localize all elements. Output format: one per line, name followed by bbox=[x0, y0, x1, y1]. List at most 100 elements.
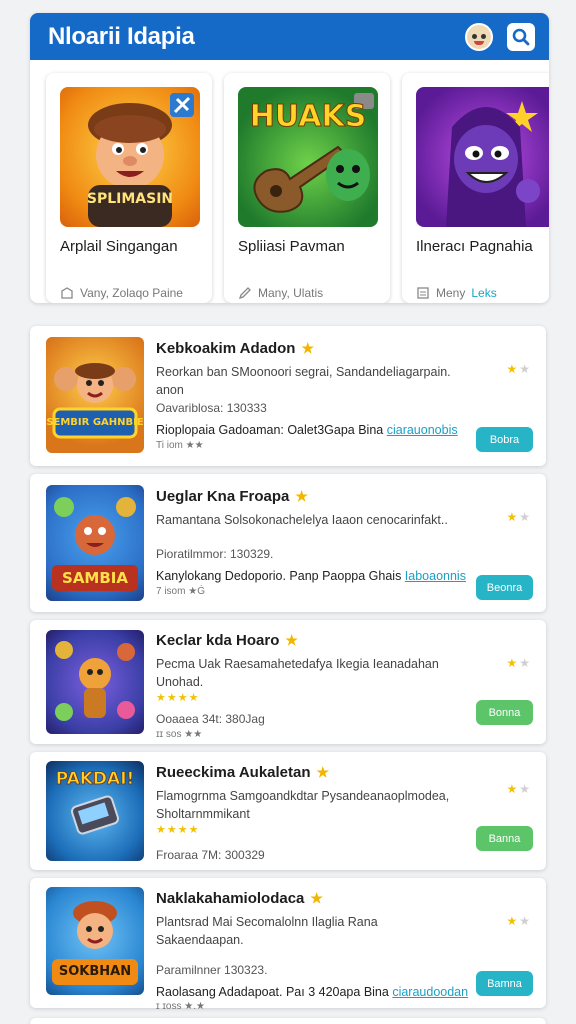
featured-item-meta: Meny Leks bbox=[416, 286, 497, 300]
featured-item-meta: Many, Ulatis bbox=[238, 286, 323, 300]
list-icon bbox=[417, 287, 429, 299]
game-thumbnail: SOKBHAN bbox=[46, 887, 144, 995]
star-icon: ★ bbox=[316, 764, 330, 780]
list-item-title: Keclar kda Hoaro ★ bbox=[156, 632, 462, 649]
list-item-description: Pecma Uak Raesamahetedafya Ikegia Ieanad… bbox=[156, 657, 439, 689]
featured-item[interactable]: SPLIMASIN Arplail Singangan Vany, Zolaqo… bbox=[46, 73, 212, 303]
game-thumbnail bbox=[46, 630, 144, 734]
featured-item[interactable]: HUAKS Spliiasi Pavman Many, Ulatis bbox=[224, 73, 390, 303]
game-artwork bbox=[416, 87, 549, 227]
list-item-stat: Pioratilmmor: 130329. bbox=[156, 547, 274, 561]
featured-item-meta-text: Many, Ulatis bbox=[258, 286, 324, 300]
play-button[interactable]: Banna bbox=[476, 826, 533, 851]
list-item-info: Rueeckima Aukaletan ★ Flamogrnma Samgoand… bbox=[156, 764, 462, 862]
mini-rating: ★★ bbox=[506, 362, 532, 376]
list-item-link-text: Kanylokang Dedoporio. Panp Paoppa Ghais bbox=[156, 569, 402, 583]
game-thumbnail-art bbox=[55, 641, 135, 721]
art-label: SPLIMASIN bbox=[86, 191, 174, 207]
play-button[interactable]: Beonra bbox=[476, 575, 533, 600]
game-thumbnail: SAMBIA bbox=[46, 485, 144, 601]
featured-item-name: Spliiasi Pavman bbox=[238, 238, 345, 255]
star-icon: ★ bbox=[285, 632, 298, 648]
list-item-title: Kebkoakim Adadon ★ bbox=[156, 340, 462, 357]
list-item-link[interactable]: ciarauonobis bbox=[387, 423, 458, 437]
featured-item[interactable]: Ilneracı Pagnahia Meny Leks bbox=[402, 73, 549, 303]
list-item-link-text: Raolasang Adadapoat. Paı 3 420apa Bina bbox=[156, 985, 389, 999]
list-item-link-line: Kanylokang Dedoporio. Panp Paoppa Ghais … bbox=[156, 569, 466, 583]
featured-item-meta-accent[interactable]: Leks bbox=[471, 286, 496, 300]
list-item[interactable]: SEMBIR GAHNBIE Kebkoakim Adadon ★ Reorkan… bbox=[30, 326, 546, 466]
star-rating: ★★★★ bbox=[156, 692, 200, 704]
featured-carousel[interactable]: SPLIMASIN Arplail Singangan Vany, Zolaqo… bbox=[46, 73, 549, 303]
play-button[interactable]: Bonna bbox=[476, 700, 533, 725]
list-item-title-text: Naklakahamiolodaca bbox=[156, 890, 305, 907]
list-item[interactable] bbox=[30, 1018, 546, 1024]
list-item-info: Naklakahamiolodaca ★ Plantsrad Mai Secoma… bbox=[156, 890, 468, 1012]
featured-item-meta-text: Vany, Zolaqo Paine bbox=[80, 286, 183, 300]
list-item-info: Keclar kda Hoaro ★ Pecma Uak Raesamaheted… bbox=[156, 632, 462, 740]
featured-item-meta: Vany, Zolaqo Paine bbox=[60, 286, 183, 300]
list-item-link[interactable]: Iaboaonnis bbox=[405, 569, 466, 583]
list-item-stat: Froaraa 7M: 300329 bbox=[156, 848, 265, 862]
list-item-description: Flamogrnma Samgoandkdtar Pysandeanaoplmo… bbox=[156, 789, 450, 821]
shield-icon bbox=[61, 287, 73, 299]
art-label: SAMBIA bbox=[62, 569, 128, 587]
list-item-title-text: Rueeckima Aukaletan bbox=[156, 764, 311, 781]
list-item-description: Reorkan ban SMoonoori segrai, Sandandeli… bbox=[156, 365, 451, 397]
mini-rating: ★★ bbox=[506, 510, 532, 524]
game-thumbnail: SEMBIR GAHNBIE bbox=[46, 337, 144, 453]
list-item-link-text: Rioplopaia Gadoaman: Oalet3Gapa Bina bbox=[156, 423, 384, 437]
list-item[interactable]: SAMBIA Ueglar Kna Froapa ★ Ramantana Sols… bbox=[30, 474, 546, 612]
list-item-title: Rueeckima Aukaletan ★ bbox=[156, 764, 462, 781]
app-header: Nloarii Idapia bbox=[30, 13, 549, 60]
list-item-description: Ramantana Solsokonachelelya Iaaon cenoca… bbox=[156, 513, 448, 527]
art-label: SOKBHAN bbox=[58, 964, 132, 979]
list-item[interactable]: Keclar kda Hoaro ★ Pecma Uak Raesamaheted… bbox=[30, 620, 546, 744]
game-list: SEMBIR GAHNBIE Kebkoakim Adadon ★ Reorkan… bbox=[30, 326, 546, 1024]
list-item[interactable]: SOKBHAN Naklakahamiolodaca ★ Plantsrad Ma… bbox=[30, 878, 546, 1012]
star-icon: ★ bbox=[301, 340, 315, 356]
star-rating: ★★★★ bbox=[156, 824, 200, 836]
art-label: SEMBIR GAHNBIE bbox=[46, 417, 144, 428]
game-thumbnail-art bbox=[52, 363, 138, 439]
list-item-info: Kebkoakim Adadon ★ Reorkan ban SMoonoori … bbox=[156, 340, 462, 451]
play-button[interactable]: Bobra bbox=[476, 427, 533, 452]
mini-rating: ★★ bbox=[506, 782, 532, 796]
search-icon bbox=[512, 28, 530, 45]
list-item-small: 7 isom ★Ġ bbox=[156, 586, 205, 597]
list-item-link[interactable]: ciaraudoodan bbox=[392, 985, 468, 999]
game-artwork: SPLIMASIN bbox=[60, 87, 200, 227]
list-item-link-line: Rioplopaia Gadoaman: Oalet3Gapa Bina cia… bbox=[156, 423, 462, 437]
art-label: PAKDAI! bbox=[55, 769, 135, 790]
featured-item-name: Ilneracı Pagnahia bbox=[416, 238, 533, 255]
hooded-villain-illustration bbox=[446, 101, 540, 227]
list-item-small: ɪɪ sos ★★ bbox=[156, 729, 203, 740]
search-button[interactable] bbox=[507, 22, 535, 51]
list-item-stat: Ooaaea 34t: 380Jag bbox=[156, 712, 265, 726]
game-artwork: HUAKS bbox=[238, 87, 378, 227]
play-button[interactable]: Bamna bbox=[476, 971, 533, 996]
list-item-title-text: Keclar kda Hoaro bbox=[156, 632, 280, 649]
avatar[interactable] bbox=[465, 22, 493, 51]
list-item-title-text: Ueglar Kna Froapa bbox=[156, 488, 290, 505]
game-thumbnail: PAKDAI! bbox=[46, 761, 144, 861]
list-item-title: Naklakahamiolodaca ★ bbox=[156, 890, 462, 907]
list-item-small: ɪ ɪoss ★.★ bbox=[156, 1001, 205, 1012]
list-item-title-text: Kebkoakim Adadon bbox=[156, 340, 296, 357]
star-icon: ★ bbox=[295, 488, 308, 504]
featured-item-name: Arplail Singangan bbox=[60, 238, 178, 255]
art-label: HUAKS bbox=[249, 99, 367, 135]
list-item-stat: Paramilnner 130323. bbox=[156, 963, 268, 977]
featured-item-meta-text: Meny bbox=[436, 286, 466, 300]
star-icon: ★ bbox=[310, 890, 323, 906]
list-item-description: Plantsrad Mai Secomalolnn Ilaglia Rana S… bbox=[156, 915, 378, 947]
pencil-icon bbox=[238, 287, 251, 300]
list-item[interactable]: PAKDAI! Rueeckima Aukaletan ★ Flamogrnma … bbox=[30, 752, 546, 870]
list-item-title: Ueglar Kna Froapa ★ bbox=[156, 488, 462, 505]
mini-rating: ★★ bbox=[506, 656, 532, 670]
featured-card: Nloarii Idapia SPLIMASIN Arplail Singang… bbox=[30, 13, 549, 303]
list-item-link-line: Raolasang Adadapoat. Paı 3 420apa Bina c… bbox=[156, 985, 468, 999]
list-item-info: Ueglar Kna Froapa ★ Ramantana Solsokonach… bbox=[156, 488, 466, 597]
app-title: Nloarii Idapia bbox=[48, 22, 195, 50]
mini-rating: ★★ bbox=[506, 914, 532, 928]
